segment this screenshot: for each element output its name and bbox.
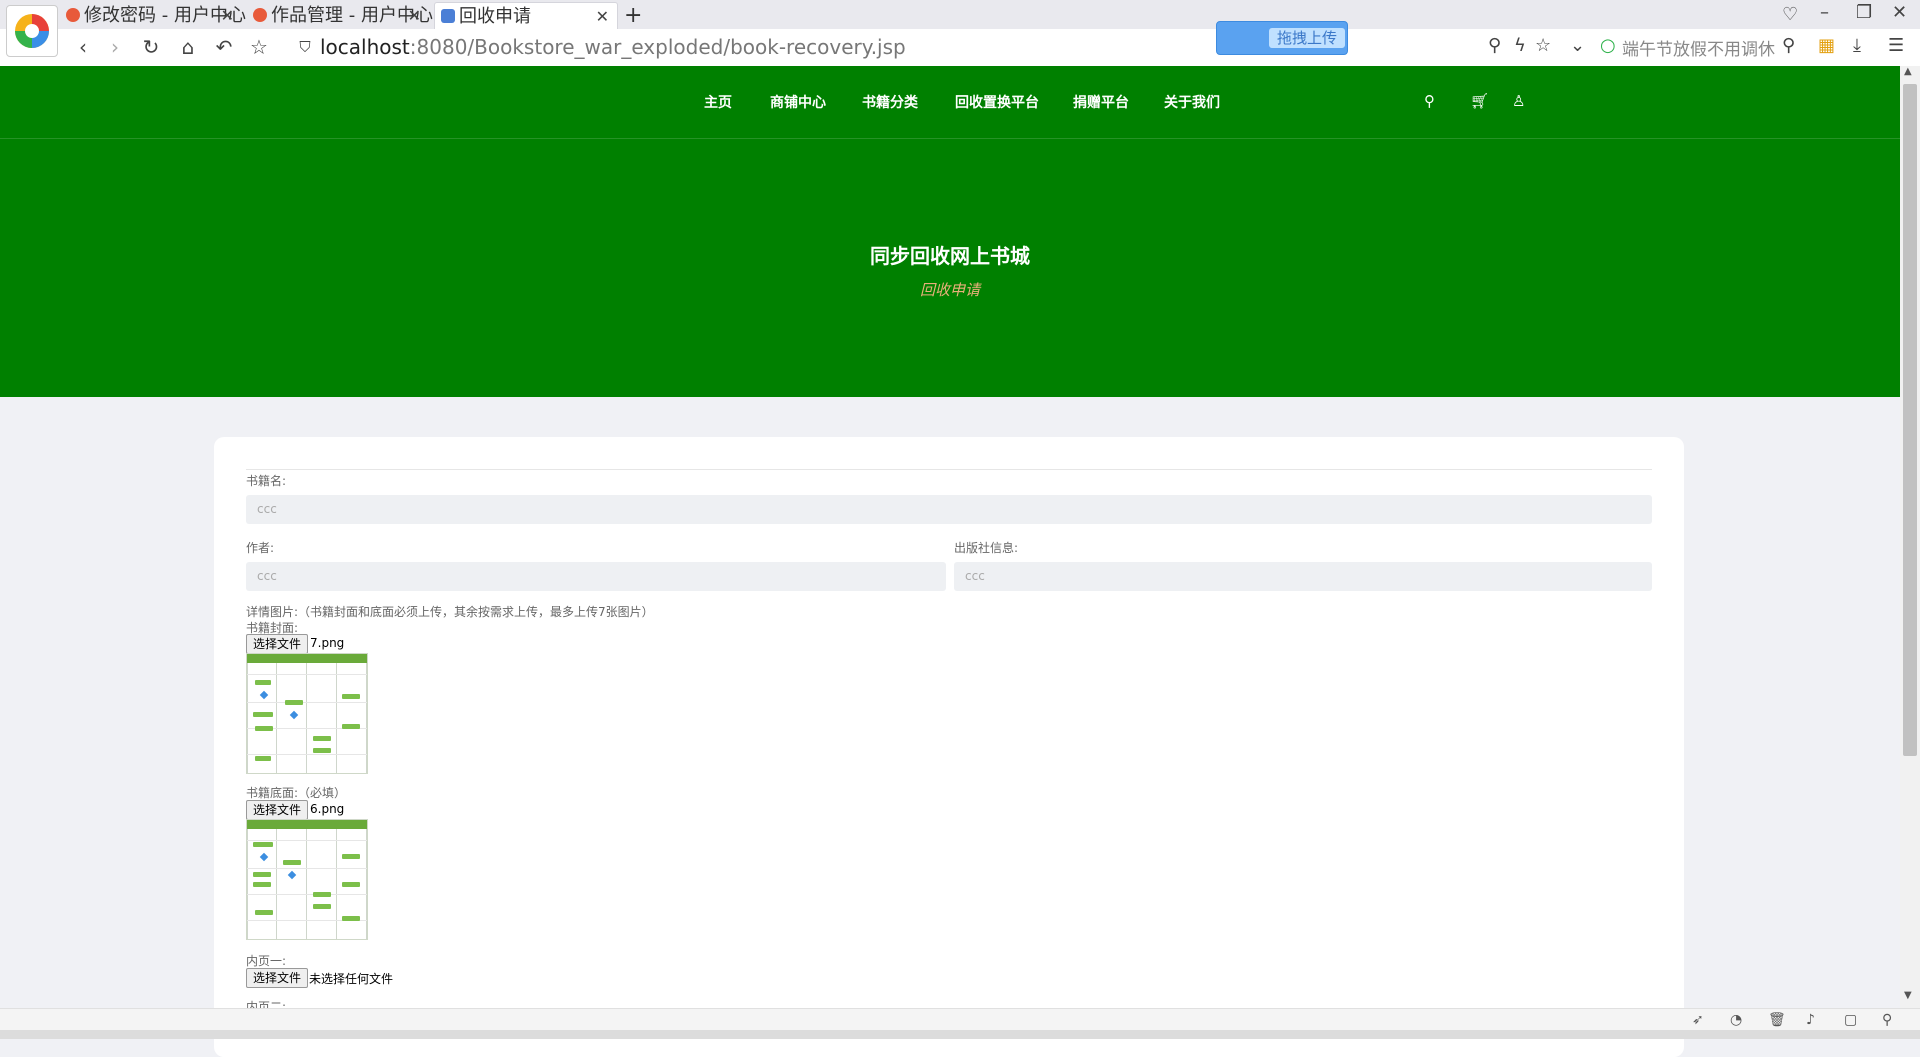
menu-icon[interactable]: ☰ bbox=[1888, 35, 1904, 56]
inner-page-1-label: 内页一: bbox=[246, 954, 287, 968]
zoom-icon[interactable]: ⚲ bbox=[1882, 1012, 1892, 1028]
nav-book-categories[interactable]: 书籍分类 bbox=[862, 92, 918, 112]
scrollbar-thumb[interactable] bbox=[1903, 84, 1917, 756]
apps-grid-icon[interactable]: ▦ bbox=[1818, 35, 1835, 56]
security-shield-icon: ⛉ bbox=[299, 38, 311, 56]
browser-logo-icon bbox=[15, 14, 49, 48]
window-icon[interactable]: ▢ bbox=[1844, 1012, 1857, 1028]
reload-icon[interactable]: ↻ bbox=[138, 34, 164, 60]
search-icon[interactable]: ⚲ bbox=[1424, 92, 1435, 110]
tab-works-management[interactable]: 作品管理 - 用户中心 ✕ bbox=[247, 2, 433, 29]
site-title: 同步回收网上书城 bbox=[870, 244, 1030, 268]
site-favicon-icon bbox=[253, 8, 267, 22]
download-icon[interactable]: ⤓ bbox=[1853, 35, 1861, 56]
cover-file-name: 7.png bbox=[310, 636, 345, 650]
lightning-icon[interactable]: ϟ bbox=[1514, 35, 1526, 56]
tab-label: 回收申请 bbox=[459, 6, 531, 27]
book-name-input[interactable]: ccc bbox=[246, 495, 1652, 524]
form-divider bbox=[246, 469, 1652, 470]
back-label: 书籍底面:（必填） bbox=[246, 786, 347, 800]
close-tab-icon[interactable]: ✕ bbox=[596, 3, 609, 30]
nav-divider bbox=[0, 138, 1900, 139]
undo-icon[interactable]: ↶ bbox=[211, 34, 237, 60]
nav-shop-center[interactable]: 商铺中心 bbox=[770, 92, 826, 112]
browser-search-input[interactable]: 端午节放假不用调休 bbox=[1622, 35, 1775, 60]
browser-tab-bar: 修改密码 - 用户中心 ✕ 作品管理 - 用户中心 ✕ 回收申请 ✕ + ♡ –… bbox=[0, 0, 1920, 30]
scroll-down-icon[interactable]: ▼ bbox=[1904, 990, 1912, 1001]
nav-recycle-exchange[interactable]: 回收置换平台 bbox=[955, 92, 1039, 112]
restore-icon[interactable]: ❐ bbox=[1856, 2, 1872, 23]
search-engine-icon: ○ bbox=[1600, 35, 1616, 56]
new-tab-button[interactable]: + bbox=[624, 2, 648, 29]
zoom-icon[interactable]: ⚲ bbox=[1488, 35, 1501, 56]
bookmark-star-icon[interactable]: ☆ bbox=[246, 34, 272, 60]
author-label: 作者: bbox=[246, 541, 275, 555]
browser-logo[interactable] bbox=[6, 5, 58, 57]
publisher-input[interactable]: ccc bbox=[954, 562, 1652, 591]
back-preview-image bbox=[246, 819, 368, 940]
inner-page-1-file-name: 未选择任何文件 bbox=[309, 972, 394, 986]
back-file-button[interactable]: 选择文件 bbox=[246, 800, 309, 820]
speed-icon[interactable]: ◔ bbox=[1730, 1012, 1742, 1028]
trash-icon[interactable]: 🗑︎ bbox=[1768, 1012, 1786, 1028]
back-icon[interactable]: ‹ bbox=[70, 34, 96, 60]
drag-upload-label: 拖拽上传 bbox=[1269, 28, 1345, 48]
nav-donation[interactable]: 捐赠平台 bbox=[1073, 92, 1129, 112]
tab-recovery-application[interactable]: 回收申请 ✕ bbox=[434, 2, 618, 30]
author-input[interactable]: ccc bbox=[246, 562, 946, 591]
skin-icon[interactable]: ♡ bbox=[1782, 4, 1798, 25]
dropdown-chevron-icon[interactable]: ⌄ bbox=[1570, 35, 1585, 56]
cart-icon[interactable]: 🛒︎ bbox=[1470, 92, 1489, 110]
user-icon[interactable]: ♙ bbox=[1512, 92, 1525, 110]
back-file-name: 6.png bbox=[310, 802, 345, 816]
link-favicon-icon bbox=[441, 9, 455, 23]
home-icon[interactable]: ⌂ bbox=[175, 34, 201, 60]
url-field[interactable]: localhost:8080/Bookstore_war_exploded/bo… bbox=[320, 35, 906, 59]
url-path: :8080/Bookstore_war_exploded/book-recove… bbox=[409, 35, 906, 59]
browser-address-bar: ‹ › ↻ ⌂ ↶ ☆ ⛉ localhost:8080/Bookstore_w… bbox=[0, 21, 1920, 67]
site-header bbox=[0, 66, 1900, 397]
nav-about-us[interactable]: 关于我们 bbox=[1164, 92, 1220, 112]
close-tab-icon[interactable]: ✕ bbox=[221, 2, 234, 29]
publisher-label: 出版社信息: bbox=[954, 541, 1019, 555]
minimize-icon[interactable]: – bbox=[1820, 2, 1829, 23]
search-icon[interactable]: ⚲ bbox=[1782, 35, 1795, 56]
book-name-label: 书籍名: bbox=[246, 474, 287, 488]
nav-home[interactable]: 主页 bbox=[704, 92, 732, 112]
cover-preview-image bbox=[246, 653, 368, 774]
favorite-star-icon[interactable]: ☆ bbox=[1535, 35, 1551, 56]
forward-icon[interactable]: › bbox=[102, 34, 128, 60]
cover-file-button[interactable]: 选择文件 bbox=[246, 634, 309, 654]
sound-icon[interactable]: ♪ bbox=[1806, 1012, 1815, 1028]
form-card bbox=[214, 437, 1684, 1057]
page-subtitle: 回收申请 bbox=[919, 281, 980, 299]
scroll-up-icon[interactable]: ▲ bbox=[1904, 66, 1912, 77]
browser-status-bar: ➶ ◔ 🗑︎ ♪ ▢ ⚲ bbox=[0, 1008, 1920, 1031]
close-window-icon[interactable]: ✕ bbox=[1892, 2, 1907, 23]
images-label: 详情图片:（书籍封面和底面必须上传，其余按需求上传，最多上传7张图片） bbox=[246, 605, 654, 619]
close-tab-icon[interactable]: ✕ bbox=[408, 2, 421, 29]
site-favicon-icon bbox=[66, 8, 80, 22]
tab-change-password[interactable]: 修改密码 - 用户中心 ✕ bbox=[60, 2, 246, 29]
drag-upload-button[interactable]: 拖拽上传 bbox=[1216, 21, 1348, 55]
inner-page-1-file-button[interactable]: 选择文件 bbox=[246, 968, 309, 988]
url-host: localhost bbox=[320, 35, 410, 59]
horizontal-scrollbar[interactable] bbox=[0, 1030, 1920, 1039]
rocket-icon[interactable]: ➶ bbox=[1692, 1012, 1704, 1028]
